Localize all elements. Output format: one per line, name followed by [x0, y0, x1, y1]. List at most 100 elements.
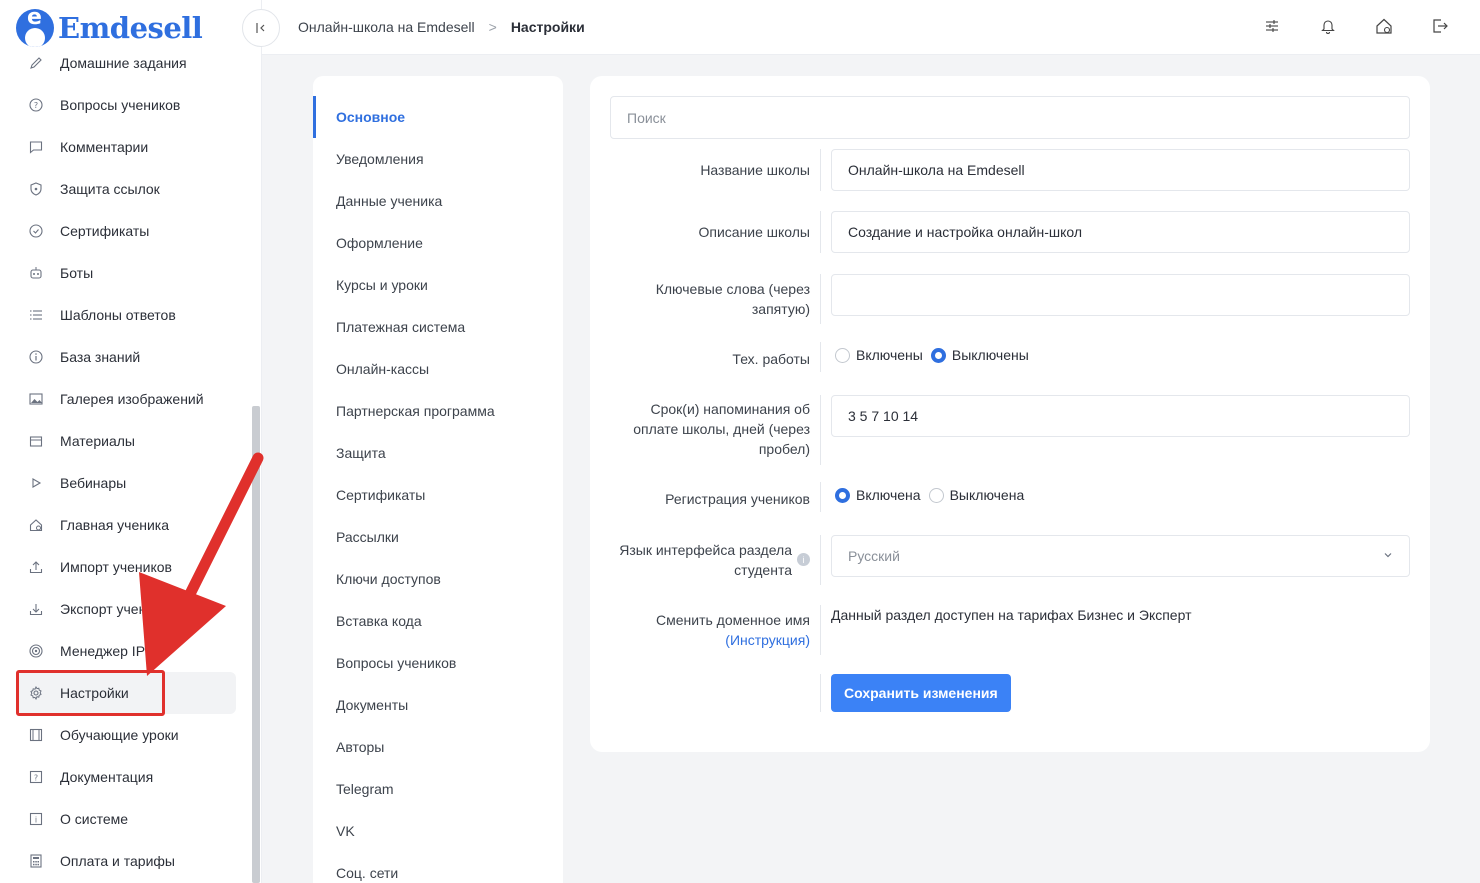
- sidebar-item-label: Главная ученика: [60, 517, 170, 533]
- sidebar-item-about[interactable]: i О системе: [16, 798, 236, 840]
- sidebar-item-label: О системе: [60, 811, 129, 827]
- reminders-row: Срок(и) напоминания об оплате школы, дней…: [610, 395, 1410, 465]
- tab-courses-lessons[interactable]: Курсы и уроки: [313, 264, 563, 306]
- sidebar-item-student-questions[interactable]: ? Вопросы учеников: [16, 84, 236, 126]
- topbar-actions: [1262, 16, 1450, 36]
- sidebar-item-label: База знаний: [60, 349, 141, 365]
- keywords-row: Ключевые слова (через запятую): [610, 274, 1410, 324]
- school-name-label: Название школы: [700, 162, 810, 178]
- sidebar-item-link-protection[interactable]: Защита ссылок: [16, 168, 236, 210]
- sidebar-item-bots[interactable]: Боты: [16, 252, 236, 294]
- sidebar-item-ip-manager[interactable]: Менеджер IP: [16, 630, 236, 672]
- sidebar-item-label: Документация: [60, 769, 154, 785]
- sidebar-item-label: Вебинары: [60, 475, 127, 491]
- home-gear-icon[interactable]: [1374, 16, 1394, 36]
- tab-code-insert[interactable]: Вставка кода: [313, 600, 563, 642]
- robot-icon: [28, 265, 44, 281]
- info-circle-icon: [28, 349, 44, 365]
- tab-access-keys[interactable]: Ключи доступов: [313, 558, 563, 600]
- brand-name: Emdesell: [58, 11, 203, 45]
- registration-radio-group: Включена Выключена: [835, 487, 1032, 503]
- sidebar-item-billing[interactable]: Оплата и тарифы: [16, 840, 236, 882]
- breadcrumb-parent-link[interactable]: Онлайн-школа на Emdesell: [298, 19, 475, 35]
- tab-online-cashboxes[interactable]: Онлайн-кассы: [313, 348, 563, 390]
- tab-protection[interactable]: Защита: [313, 432, 563, 474]
- reminders-label: Срок(и) напоминания об оплате школы, дней…: [633, 401, 810, 457]
- logout-icon[interactable]: [1430, 16, 1450, 36]
- sidebar-item-label: Менеджер IP: [60, 643, 146, 659]
- sidebar-item-knowledge-base[interactable]: База знаний: [16, 336, 236, 378]
- tab-student-data[interactable]: Данные ученика: [313, 180, 563, 222]
- maintenance-off-label[interactable]: Выключены: [952, 347, 1029, 363]
- search-input[interactable]: [610, 96, 1410, 139]
- sidebar-item-documentation[interactable]: ? Документация: [16, 756, 236, 798]
- tab-general[interactable]: Основное: [313, 96, 563, 138]
- sidebar-item-label: Комментарии: [60, 139, 149, 155]
- sidebar-item-label: Оплата и тарифы: [60, 853, 175, 869]
- pencil-icon: [28, 55, 44, 71]
- info-square-icon: i: [28, 811, 44, 827]
- collapse-sidebar-button[interactable]: [242, 9, 280, 47]
- maintenance-off-radio[interactable]: [930, 347, 946, 363]
- info-icon[interactable]: i: [797, 553, 810, 566]
- check-circle-icon: [28, 223, 44, 239]
- bell-icon[interactable]: [1318, 16, 1338, 36]
- svg-text:?: ?: [34, 774, 38, 783]
- image-icon: [28, 391, 44, 407]
- maintenance-on-label[interactable]: Включены: [856, 347, 923, 363]
- tab-documents[interactable]: Документы: [313, 684, 563, 726]
- shield-icon: [28, 181, 44, 197]
- registration-off-label[interactable]: Выключена: [950, 487, 1025, 503]
- sliders-icon[interactable]: [1262, 16, 1282, 36]
- school-description-field[interactable]: Создание и настройка онлайн-школ: [831, 211, 1410, 253]
- tab-telegram[interactable]: Telegram: [313, 768, 563, 810]
- sidebar-item-import-students[interactable]: Импорт учеников: [16, 546, 236, 588]
- save-button[interactable]: Сохранить изменения: [831, 674, 1011, 712]
- tab-appearance[interactable]: Оформление: [313, 222, 563, 264]
- maintenance-on-radio[interactable]: [835, 347, 850, 363]
- tab-payment-system[interactable]: Платежная система: [313, 306, 563, 348]
- home-gear-icon: [28, 517, 44, 533]
- tab-social-networks[interactable]: Соц. сети: [313, 852, 563, 883]
- sidebar-item-answer-templates[interactable]: Шаблоны ответов: [16, 294, 236, 336]
- sidebar-item-label: Обучающие уроки: [60, 727, 179, 743]
- sidebar-item-homework[interactable]: Домашние задания: [16, 42, 236, 84]
- sidebar-item-label: Экспорт учеников: [60, 601, 176, 617]
- tab-mailings[interactable]: Рассылки: [313, 516, 563, 558]
- sidebar-item-certificates[interactable]: Сертификаты: [16, 210, 236, 252]
- registration-on-radio[interactable]: [835, 487, 850, 503]
- question-square-icon: ?: [28, 769, 44, 785]
- svg-text:?: ?: [34, 101, 38, 110]
- arrow-left-bar-icon: [256, 23, 265, 33]
- play-icon: [28, 475, 44, 491]
- sidebar: e Emdesell Домашние задания ? Вопросы уч…: [0, 0, 262, 883]
- language-select[interactable]: Русский: [831, 535, 1410, 577]
- tab-affiliate-program[interactable]: Партнерская программа: [313, 390, 563, 432]
- sidebar-item-export-students[interactable]: Экспорт учеников: [16, 588, 236, 630]
- sidebar-item-label: Сертификаты: [60, 223, 150, 239]
- sidebar-item-materials[interactable]: Материалы: [16, 420, 236, 462]
- sidebar-item-settings[interactable]: Настройки: [16, 672, 236, 714]
- sidebar-item-image-gallery[interactable]: Галерея изображений: [16, 378, 236, 420]
- tab-notifications[interactable]: Уведомления: [313, 138, 563, 180]
- reminders-field[interactable]: 3 5 7 10 14: [831, 395, 1410, 437]
- registration-off-radio[interactable]: [928, 487, 944, 503]
- language-label: Язык интерфейса раздела студента: [619, 542, 792, 578]
- sidebar-item-student-home[interactable]: Главная ученика: [16, 504, 236, 546]
- tab-vk[interactable]: VK: [313, 810, 563, 852]
- sidebar-item-webinars[interactable]: Вебинары: [16, 462, 236, 504]
- sidebar-item-tutorials[interactable]: Обучающие уроки: [16, 714, 236, 756]
- sidebar-item-comments[interactable]: Комментарии: [16, 126, 236, 168]
- sidebar-item-label: Вопросы учеников: [60, 97, 181, 113]
- maintenance-label: Тех. работы: [732, 351, 810, 367]
- sidebar-scrollbar[interactable]: [252, 406, 260, 883]
- sidebar-item-label: Материалы: [60, 433, 135, 449]
- tab-student-questions[interactable]: Вопросы учеников: [313, 642, 563, 684]
- keywords-field[interactable]: [831, 274, 1410, 316]
- tab-certificates[interactable]: Сертификаты: [313, 474, 563, 516]
- tab-authors[interactable]: Авторы: [313, 726, 563, 768]
- breadcrumb-current: Настройки: [510, 19, 585, 35]
- registration-on-label[interactable]: Включена: [856, 487, 921, 503]
- instruction-link[interactable]: (Инструкция): [725, 632, 810, 648]
- school-name-field[interactable]: Онлайн-школа на Emdesell: [831, 149, 1410, 191]
